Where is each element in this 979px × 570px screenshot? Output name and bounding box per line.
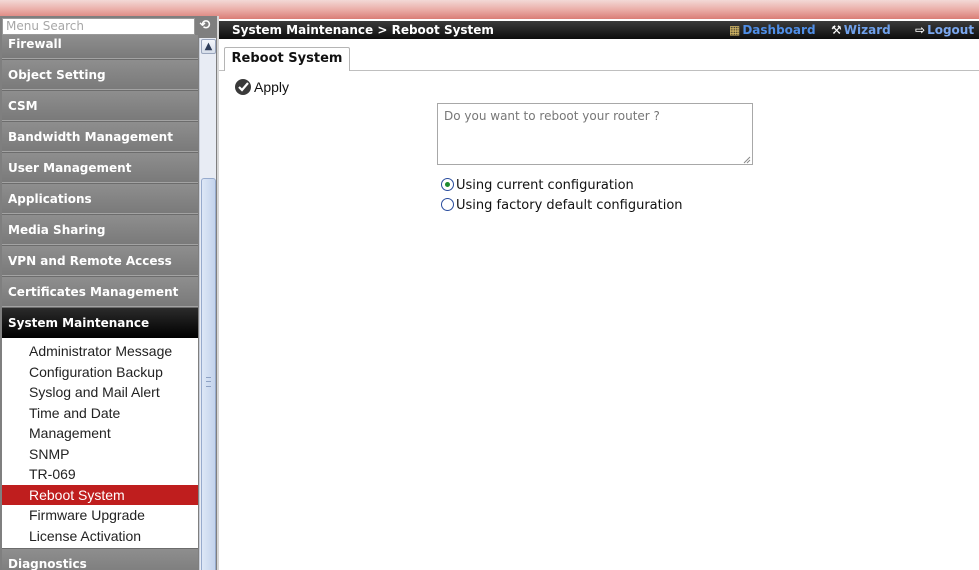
wizard-label: Wizard <box>843 23 891 37</box>
sidebar-menu: Firewall Object Setting CSM Bandwidth Ma… <box>2 35 198 570</box>
submenu-item-firmware-upgrade[interactable]: Firmware Upgrade <box>2 505 198 526</box>
sidebar-item-csm[interactable]: CSM <box>2 90 198 121</box>
submenu-item-configuration-backup[interactable]: Configuration Backup <box>2 362 198 383</box>
submenu-item-tr-069[interactable]: TR-069 <box>2 464 198 485</box>
radio-unchecked-icon[interactable] <box>441 198 454 211</box>
reboot-message-textarea[interactable]: Do you want to reboot your router ? <box>437 103 753 165</box>
scroll-grip-icon <box>206 377 211 387</box>
menu-search-input[interactable]: Menu Search <box>2 18 195 35</box>
sidebar-item-system-maintenance[interactable]: System Maintenance <box>2 307 198 338</box>
apply-check-icon <box>235 79 251 95</box>
submenu-item-management[interactable]: Management <box>2 423 198 444</box>
submenu-item-license-activation[interactable]: License Activation <box>2 526 198 547</box>
sidebar-scrollbar[interactable]: ▲ <box>199 38 216 570</box>
option-label: Using current configuration <box>456 178 634 193</box>
option-factory-default[interactable]: Using factory default configuration <box>441 198 683 214</box>
submenu-item-time-and-date[interactable]: Time and Date <box>2 403 198 424</box>
tab-bar: Reboot System <box>219 39 979 71</box>
sidebar-item-media-sharing[interactable]: Media Sharing <box>2 214 198 245</box>
wizard-link[interactable]: ⚒ Wizard <box>831 21 891 39</box>
scroll-up-arrow-icon[interactable]: ▲ <box>201 39 216 54</box>
radio-checked-icon[interactable] <box>441 178 454 191</box>
breadcrumb: System Maintenance > Reboot System <box>232 23 494 37</box>
main-content: System Maintenance > Reboot System ▦ Dash… <box>219 16 979 570</box>
sidebar-item-vpn-remote-access[interactable]: VPN and Remote Access <box>2 245 198 276</box>
sidebar-item-object-setting[interactable]: Object Setting <box>2 59 198 90</box>
dashboard-label: Dashboard <box>742 23 816 37</box>
submenu-item-syslog-mail-alert[interactable]: Syslog and Mail Alert <box>2 382 198 403</box>
system-maintenance-submenu: Administrator Message Configuration Back… <box>2 338 198 548</box>
search-swap-icon[interactable]: ⟲ <box>196 17 214 35</box>
sidebar-item-certificates-management[interactable]: Certificates Management <box>2 276 198 307</box>
dashboard-grid-icon: ▦ <box>729 23 741 37</box>
sidebar-item-applications[interactable]: Applications <box>2 183 198 214</box>
sidebar-item-firewall[interactable]: Firewall <box>2 35 198 59</box>
scroll-thumb[interactable] <box>201 178 216 570</box>
sidebar-item-user-management[interactable]: User Management <box>2 152 198 183</box>
apply-label: Apply <box>254 79 290 95</box>
logout-label: Logout <box>927 23 975 37</box>
sidebar-item-bandwidth-management[interactable]: Bandwidth Management <box>2 121 198 152</box>
tab-reboot-system[interactable]: Reboot System <box>224 47 350 71</box>
wizard-icon: ⚒ <box>831 23 842 37</box>
submenu-item-administrator-message[interactable]: Administrator Message <box>2 341 198 362</box>
logout-link[interactable]: ⇨ Logout <box>915 21 974 39</box>
title-bar: System Maintenance > Reboot System ▦ Dash… <box>219 21 979 39</box>
submenu-item-snmp[interactable]: SNMP <box>2 444 198 465</box>
sidebar: Menu Search ⟲ Firewall Object Setting CS… <box>0 16 217 570</box>
apply-button[interactable]: Apply <box>234 78 289 96</box>
option-label: Using factory default configuration <box>456 198 683 213</box>
resize-grip-icon[interactable] <box>743 156 751 164</box>
dashboard-link[interactable]: ▦ Dashboard <box>729 21 816 39</box>
sidebar-item-diagnostics[interactable]: Diagnostics <box>2 548 198 570</box>
submenu-item-reboot-system[interactable]: Reboot System <box>2 484 198 505</box>
logout-icon: ⇨ <box>915 23 926 37</box>
option-current-configuration[interactable]: Using current configuration <box>441 178 634 194</box>
